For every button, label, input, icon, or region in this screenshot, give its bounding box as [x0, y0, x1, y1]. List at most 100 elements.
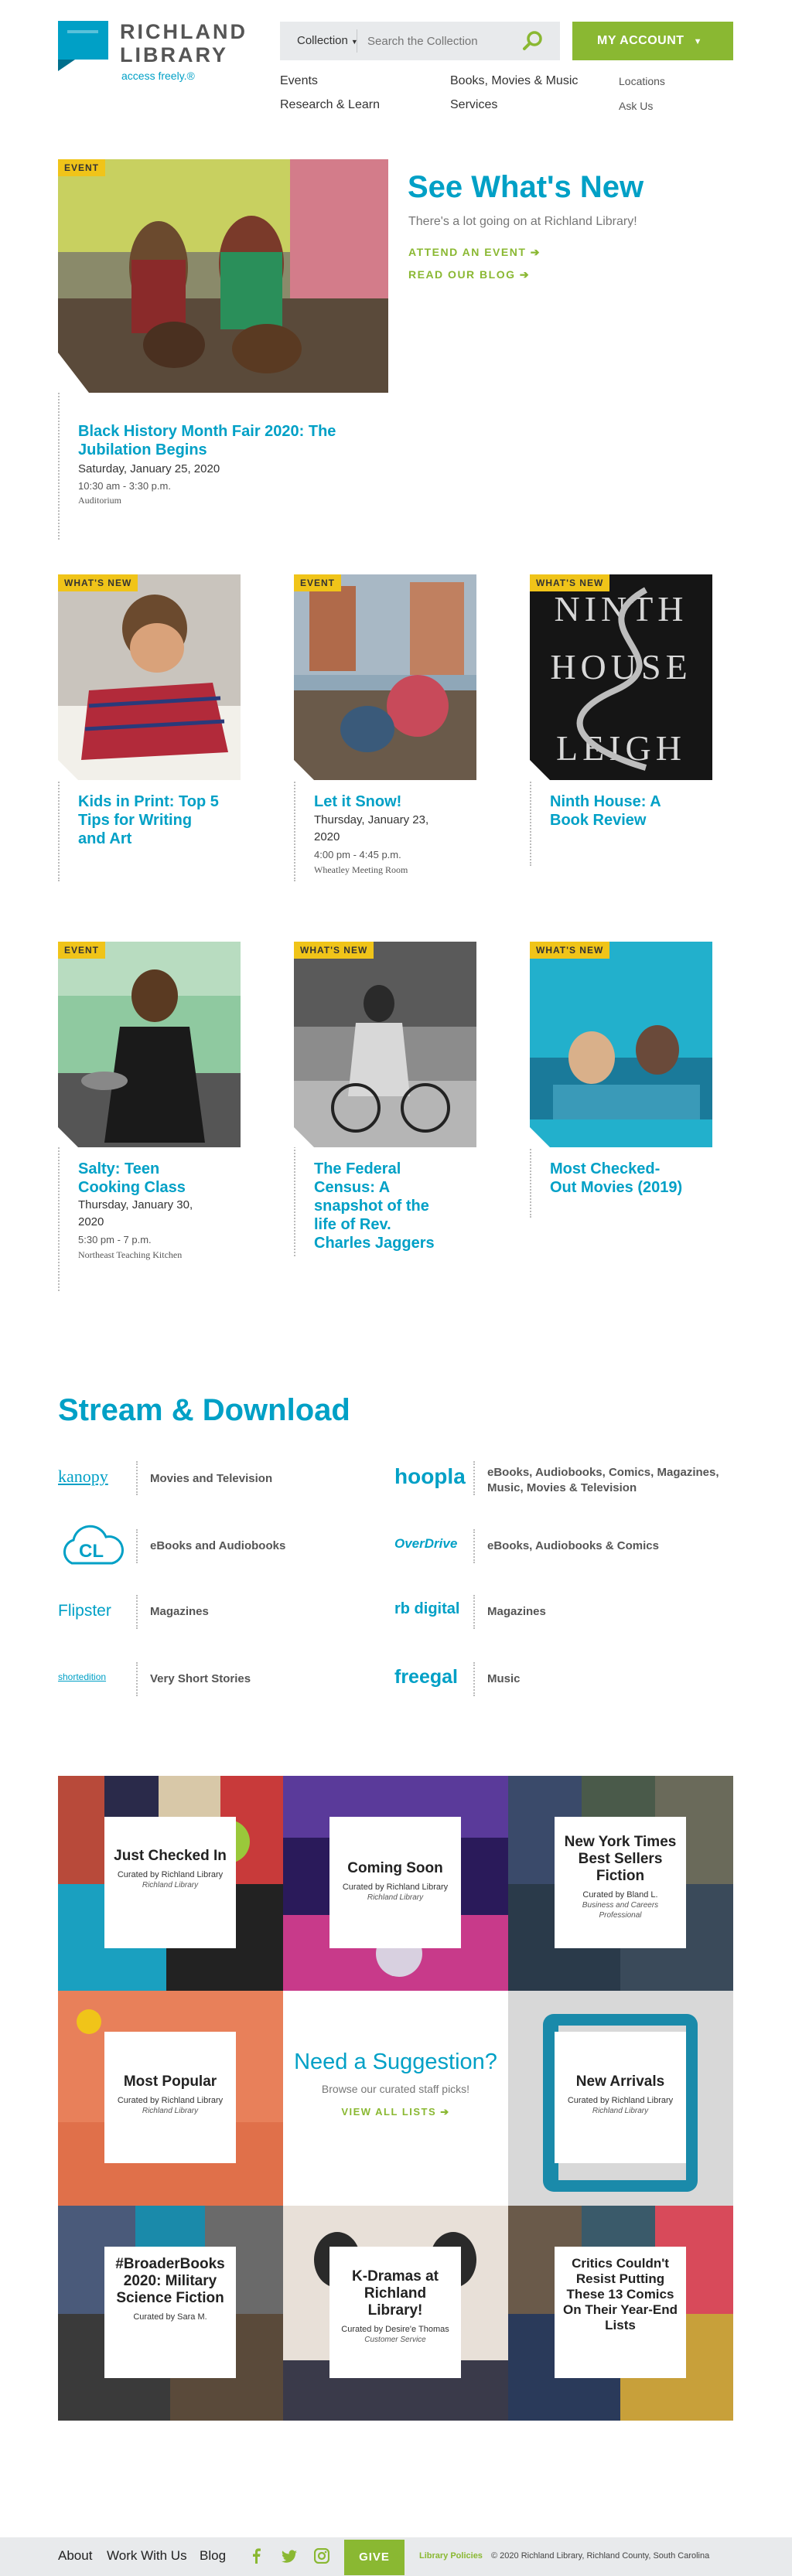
- list-card[interactable]: K-Dramas at Richland Library! Curated by…: [329, 2247, 461, 2378]
- flipster-logo[interactable]: Flipster: [58, 1602, 111, 1620]
- card-title-ninth-house[interactable]: Ninth House: A Book Review: [550, 792, 693, 830]
- service-label-freegal[interactable]: Music: [487, 1672, 521, 1685]
- library-logo-icon[interactable]: [58, 21, 108, 71]
- arrow-right-icon: ➔: [519, 268, 531, 281]
- hoopla-logo[interactable]: hoopla: [394, 1464, 466, 1489]
- featured-event-place: Auditorium: [78, 495, 121, 506]
- cloud-library-logo-text: CL: [79, 1541, 104, 1562]
- attend-event-link[interactable]: ATTEND AN EVENT ➔: [408, 246, 541, 259]
- card-tag: EVENT: [58, 942, 106, 959]
- search-scope-select[interactable]: Collection ▼: [286, 29, 358, 53]
- list-card[interactable]: Just Checked In Curated by Richland Libr…: [104, 1817, 236, 1948]
- card-divider: [530, 1140, 531, 1218]
- card-image-federal-census[interactable]: [294, 942, 476, 1147]
- service-label-kanopy[interactable]: Movies and Television: [150, 1472, 272, 1485]
- card-place: Northeast Teaching Kitchen: [78, 1249, 183, 1260]
- card-time: 4:00 pm - 4:45 p.m.: [314, 849, 401, 860]
- freegal-logo[interactable]: freegal: [394, 1666, 458, 1688]
- list-title: Just Checked In: [114, 1848, 227, 1864]
- nav-services[interactable]: Services: [450, 98, 497, 112]
- list-card[interactable]: #BroaderBooks 2020: Military Science Fic…: [104, 2247, 236, 2378]
- search-input[interactable]: [367, 29, 514, 53]
- list-curator: Curated by Richland Library: [117, 1870, 224, 1879]
- service-label-rbdigital[interactable]: Magazines: [487, 1605, 546, 1618]
- suggestion-panel: Need a Suggestion? Browse our curated st…: [283, 1991, 508, 2206]
- card-title-federal-census[interactable]: The Federal Census: A snapshot of the li…: [314, 1160, 449, 1252]
- nav-research-learn[interactable]: Research & Learn: [280, 98, 380, 112]
- nav-ask-us[interactable]: Ask Us: [619, 100, 653, 112]
- card-divider: [294, 773, 295, 881]
- list-org: Richland Library: [367, 1893, 424, 1902]
- list-curator: Curated by Richland Library: [117, 2096, 224, 2105]
- view-all-lists-link[interactable]: VIEW ALL LISTS ➔: [283, 2106, 508, 2118]
- list-org: Richland Library: [142, 2107, 199, 2115]
- service-label-hoopla[interactable]: eBooks, Audiobooks, Comics, Magazines, M…: [487, 1465, 719, 1496]
- twitter-icon[interactable]: [282, 2549, 297, 2564]
- page-title: See What's New: [408, 170, 644, 204]
- footer-blog-link[interactable]: Blog: [200, 2548, 226, 2564]
- card-image-kids-in-print[interactable]: [58, 574, 241, 780]
- list-card[interactable]: Most Popular Curated by Richland Library…: [104, 2032, 236, 2163]
- card-title-let-it-snow[interactable]: Let it Snow!: [314, 792, 457, 811]
- card-date: Thursday, January 30, 2020: [78, 1198, 193, 1228]
- service-label-overdrive[interactable]: eBooks, Audiobooks & Comics: [487, 1539, 659, 1552]
- nav-events[interactable]: Events: [280, 74, 318, 88]
- card-divider: [530, 773, 531, 866]
- card-title-most-checked-out-movies[interactable]: Most Checked-Out Movies (2019): [550, 1160, 685, 1197]
- facebook-icon[interactable]: [249, 2548, 265, 2564]
- logo-wordmark-line2: LIBRARY: [120, 43, 228, 66]
- list-title: #BroaderBooks 2020: Military Science Fic…: [115, 2256, 225, 2306]
- card-title-kids-in-print[interactable]: Kids in Print: Top 5 Tips for Writing an…: [78, 792, 221, 848]
- list-card[interactable]: Coming Soon Curated by Richland Library …: [329, 1817, 461, 1948]
- service-divider: [473, 1529, 475, 1563]
- search-icon[interactable]: [520, 28, 546, 54]
- short-edition-logo[interactable]: shortedition: [58, 1671, 106, 1682]
- list-curator: Curated by Richland Library: [342, 1883, 449, 1892]
- my-account-button[interactable]: MY ACCOUNT ▼: [572, 22, 733, 60]
- nav-books-movies-music[interactable]: Books, Movies & Music: [450, 74, 578, 88]
- library-policies-link[interactable]: Library Policies: [419, 2551, 483, 2561]
- card-tag: WHAT'S NEW: [530, 942, 610, 959]
- featured-event-title[interactable]: Black History Month Fair 2020: The Jubil…: [78, 422, 357, 459]
- card-divider: [294, 1140, 295, 1256]
- list-title: Coming Soon: [347, 1860, 443, 1876]
- service-label-cloud-library[interactable]: eBooks and Audiobooks: [150, 1539, 285, 1552]
- kanopy-logo[interactable]: kanopy: [58, 1467, 108, 1487]
- service-label-flipster[interactable]: Magazines: [150, 1605, 209, 1618]
- my-account-label: MY ACCOUNT: [597, 34, 684, 47]
- card-date: Thursday, January 23, 2020: [314, 813, 429, 843]
- overdrive-logo[interactable]: OverDrive: [394, 1536, 457, 1552]
- list-card[interactable]: Critics Couldn't Resist Putting These 13…: [555, 2247, 686, 2378]
- list-card[interactable]: New Arrivals Curated by Richland Library…: [555, 2032, 686, 2163]
- nav-locations[interactable]: Locations: [619, 75, 665, 87]
- list-org: Richland Library: [142, 1881, 199, 1889]
- list-curator: Curated by Desire'e Thomas: [341, 2325, 449, 2334]
- card-divider: [58, 1140, 60, 1291]
- give-button[interactable]: GIVE: [344, 2540, 405, 2575]
- card-time: 5:30 pm - 7 p.m.: [78, 1234, 152, 1245]
- list-title: K-Dramas at Richland Library!: [352, 2268, 439, 2319]
- read-blog-link[interactable]: READ OUR BLOG ➔: [408, 268, 530, 281]
- card-image-ninth-house[interactable]: NINTH HOUSE LEIGH: [530, 574, 712, 780]
- list-card[interactable]: New York Times Best Sellers Fiction Cura…: [555, 1817, 686, 1948]
- list-title: New York Times Best Sellers Fiction: [564, 1834, 677, 1884]
- instagram-icon[interactable]: [314, 2548, 329, 2564]
- card-divider: [58, 387, 60, 540]
- cloud-library-logo-icon[interactable]: CL: [58, 1523, 125, 1569]
- card-image-most-checked-out-movies[interactable]: [530, 942, 712, 1147]
- chevron-down-icon: ▼: [693, 37, 702, 46]
- featured-event-image[interactable]: [58, 159, 388, 393]
- list-curator: Curated by Sara M.: [133, 2312, 207, 2322]
- card-title-salty[interactable]: Salty: Teen Cooking Class: [78, 1160, 221, 1197]
- featured-event-time: 10:30 am - 3:30 p.m.: [78, 480, 171, 492]
- footer-about-link[interactable]: About: [58, 2548, 92, 2564]
- card-image-let-it-snow[interactable]: [294, 574, 476, 780]
- card-image-salty[interactable]: [58, 942, 241, 1147]
- service-label-short-edition[interactable]: Very Short Stories: [150, 1672, 251, 1685]
- rbdigital-logo[interactable]: rb digital: [394, 1600, 459, 1618]
- footer-work-with-us-link[interactable]: Work With Us: [107, 2548, 187, 2564]
- featured-tag: EVENT: [58, 159, 106, 176]
- list-curator: Curated by Bland L.: [582, 1890, 658, 1900]
- list-org: Richland Library: [592, 2107, 649, 2115]
- arrow-right-icon: ➔: [530, 246, 541, 258]
